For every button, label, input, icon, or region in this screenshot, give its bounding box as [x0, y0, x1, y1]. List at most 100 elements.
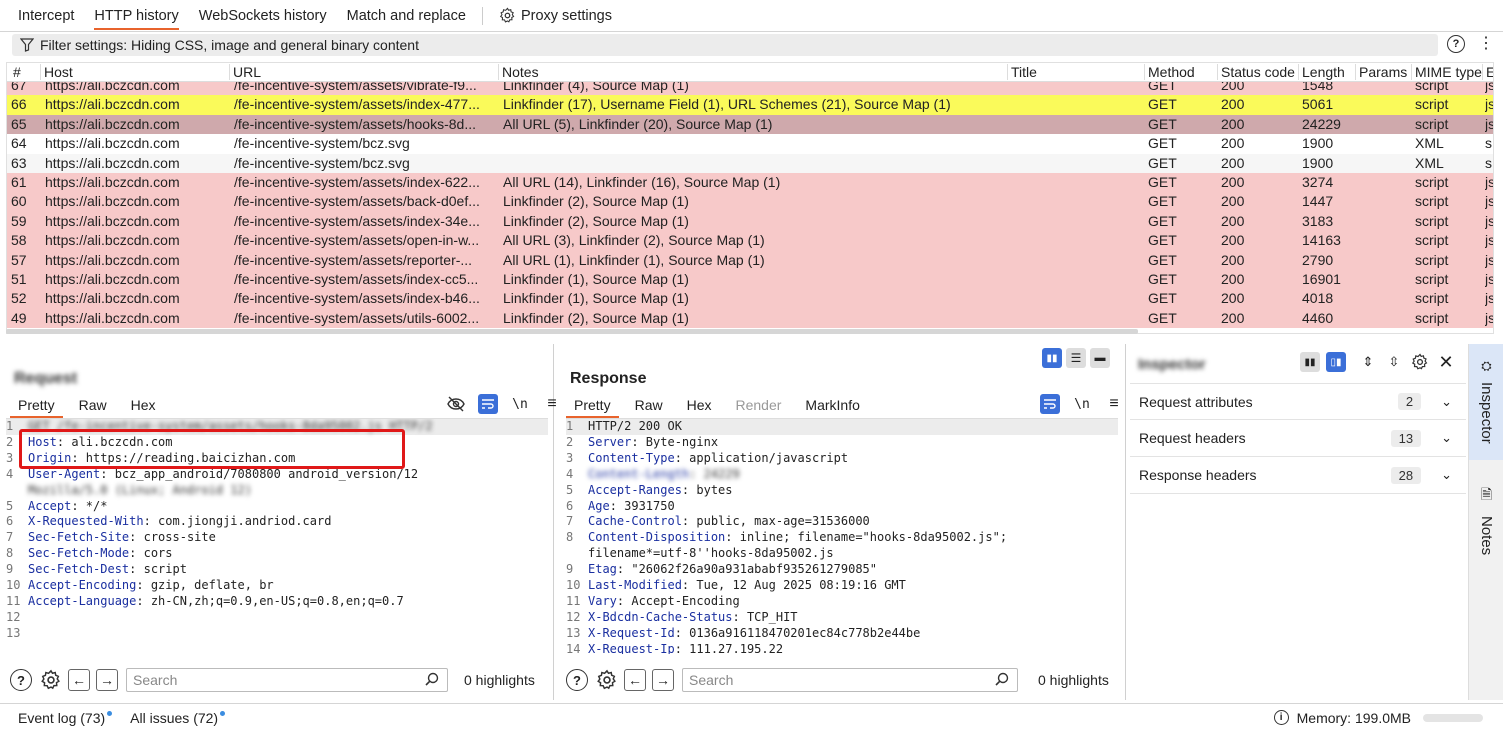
col-header-method[interactable]: Method — [1144, 64, 1195, 80]
table-row[interactable]: 60 https://ali.bczcdn.com/fe-incentive-sy… — [7, 192, 1493, 212]
tab-label: Intercept — [18, 7, 75, 24]
cell-status: 200 — [1221, 212, 1245, 229]
cell-num: 66 — [11, 96, 27, 113]
menu-icon[interactable]: ≡ — [542, 394, 562, 414]
newline-toggle-icon[interactable]: \n — [510, 394, 530, 414]
inspector-request-headers[interactable]: Request headers 13 ⌄ — [1130, 420, 1466, 457]
inspector-response-headers[interactable]: Response headers 28 ⌄ — [1130, 457, 1466, 494]
layout-dock-icon[interactable]: ▯▮ — [1326, 352, 1346, 372]
code-line: 10 Accept-Encoding: gzip, deflate, br — [6, 578, 548, 594]
tab-intercept[interactable]: Intercept — [8, 0, 84, 32]
tab-hex[interactable]: Hex — [675, 394, 724, 416]
newline-toggle-icon[interactable]: \n — [1072, 394, 1092, 414]
response-editor[interactable]: 1 HTTP/2 200 OK 2 Server: Byte-nginx 3 Conten… — [566, 418, 1118, 654]
cell-method: GET — [1148, 115, 1177, 132]
table-row[interactable]: 65 https://ali.bczcdn.com/fe-incentive-sy… — [7, 114, 1493, 135]
col-header-host[interactable]: Host — [40, 64, 73, 80]
table-row[interactable]: 52 https://ali.bczcdn.com/fe-incentive-sy… — [7, 289, 1493, 309]
search-icon — [425, 672, 439, 689]
cell-host: https://ali.bczcdn.com — [45, 232, 180, 249]
col-header-mime[interactable]: MIME type — [1411, 64, 1483, 80]
cell-notes: Linkfinder (1), Source Map (1) — [503, 271, 689, 287]
table-row[interactable]: 66 https://ali.bczcdn.com/fe-incentive-sy… — [7, 95, 1493, 115]
chevron-down-icon: ⌄ — [1441, 430, 1452, 445]
col-header-params[interactable]: Params — [1355, 64, 1407, 80]
settings-gear-icon[interactable] — [1410, 352, 1430, 372]
inspector-request-attributes[interactable]: Request attributes 2 ⌄ — [1130, 383, 1466, 420]
next-arrow-icon[interactable]: → — [652, 669, 674, 691]
col-header-url[interactable]: URL — [229, 64, 261, 80]
header-key: X-Request-Id — [588, 625, 675, 640]
cell-host: https://ali.bczcdn.com — [45, 154, 180, 171]
tab-http-history[interactable]: HTTP history — [84, 0, 188, 32]
table-row[interactable]: 61 https://ali.bczcdn.com/fe-incentive-sy… — [7, 173, 1493, 193]
tab-render[interactable]: Render — [724, 394, 794, 416]
word-wrap-icon[interactable] — [1040, 394, 1060, 414]
burp-window: Intercept HTTP history WebSockets histor… — [0, 0, 1503, 731]
tab-pretty[interactable]: Pretty — [562, 394, 623, 418]
previous-arrow-icon[interactable]: ← — [624, 669, 646, 691]
side-tab-inspector[interactable]: ⛭ Inspector — [1469, 344, 1503, 460]
filter-settings-bar[interactable]: Filter settings: Hiding CSS, image and g… — [12, 34, 1438, 56]
header-value: : gzip, deflate, br — [136, 578, 274, 593]
table-row[interactable]: 58 https://ali.bczcdn.com/fe-incentive-sy… — [7, 231, 1493, 251]
side-tab-notes[interactable]: 🗎 Notes — [1469, 484, 1503, 584]
tab-markinfo[interactable]: MarkInfo — [793, 394, 871, 416]
request-search-input[interactable]: Search — [126, 668, 448, 692]
col-header-length[interactable]: Length — [1298, 64, 1345, 80]
table-row[interactable]: 49 https://ali.bczcdn.com/fe-incentive-sy… — [7, 308, 1493, 329]
all-issues-link[interactable]: All issues (72) — [130, 710, 226, 726]
cell-length: 1447 — [1302, 193, 1334, 210]
layout-split-icon[interactable]: ▮▮ — [1300, 352, 1320, 372]
expand-all-icon[interactable]: ⇕ — [1358, 352, 1378, 372]
header-value: : 111.27.195.22 — [674, 641, 784, 654]
split-horizontal-icon[interactable]: ▮▮ — [1042, 348, 1062, 368]
more-options-icon[interactable]: ⋮ — [1478, 35, 1494, 53]
col-header-status[interactable]: Status code — [1217, 64, 1295, 80]
table-row[interactable]: 51 https://ali.bczcdn.com/fe-incentive-sy… — [7, 270, 1493, 290]
settings-gear-icon[interactable] — [40, 669, 62, 691]
tab-raw[interactable]: Raw — [623, 394, 675, 416]
event-log-link[interactable]: Event log (73) — [18, 710, 113, 726]
line-number: 2 — [566, 434, 574, 449]
header-key: Vary — [588, 593, 617, 608]
tab-raw[interactable]: Raw — [67, 394, 119, 416]
tab-proxy-settings[interactable]: Proxy settings — [489, 0, 622, 32]
single-view-icon[interactable]: ▬ — [1090, 348, 1110, 368]
table-row[interactable]: 59 https://ali.bczcdn.com/fe-incentive-sy… — [7, 211, 1493, 232]
settings-gear-icon[interactable] — [596, 669, 618, 691]
table-row[interactable]: 63 https://ali.bczcdn.com/fe-incentive-sy… — [7, 153, 1493, 173]
table-row[interactable]: 64 https://ali.bczcdn.com/fe-incentive-sy… — [7, 134, 1493, 154]
col-header-num[interactable]: # — [13, 64, 21, 80]
split-vertical-icon[interactable]: ☰ — [1066, 348, 1086, 368]
notification-dot — [107, 710, 113, 716]
tab-divider — [481, 6, 483, 25]
cell-host: https://ali.bczcdn.com — [45, 96, 180, 113]
hide-eye-icon[interactable] — [446, 394, 466, 414]
help-icon[interactable]: ? — [10, 669, 32, 691]
proxy-tabs: Intercept HTTP history WebSockets histor… — [0, 0, 1503, 32]
table-row[interactable]: 57 https://ali.bczcdn.com/fe-incentive-sy… — [7, 250, 1493, 270]
tab-match-and-replace[interactable]: Match and replace — [337, 0, 476, 32]
tab-websockets-history[interactable]: WebSockets history — [189, 0, 337, 32]
code-line: 11 Vary: Accept-Encoding — [566, 594, 1118, 610]
tab-label: Match and replace — [346, 7, 466, 24]
menu-icon[interactable]: ≡ — [1104, 394, 1124, 414]
tab-hex[interactable]: Hex — [119, 394, 168, 416]
close-icon[interactable]: ✕ — [1436, 352, 1456, 372]
col-header-title[interactable]: Title — [1007, 64, 1037, 80]
next-arrow-icon[interactable]: → — [96, 669, 118, 691]
tab-pretty[interactable]: Pretty — [6, 394, 67, 418]
header-key: Content-Type — [588, 450, 675, 465]
previous-arrow-icon[interactable]: ← — [68, 669, 90, 691]
col-header-ext[interactable]: E — [1482, 64, 1493, 80]
cell-ext: js — [1485, 232, 1493, 249]
help-icon[interactable]: ? — [1447, 35, 1465, 53]
response-search-input[interactable]: Search — [682, 668, 1018, 692]
col-header-notes[interactable]: Notes — [498, 64, 539, 80]
horizontal-scrollbar[interactable] — [6, 329, 1138, 334]
collapse-all-icon[interactable]: ⇳ — [1384, 352, 1404, 372]
cell-status: 200 — [1221, 135, 1245, 152]
help-icon[interactable]: ? — [566, 669, 588, 691]
word-wrap-icon[interactable] — [478, 394, 498, 414]
